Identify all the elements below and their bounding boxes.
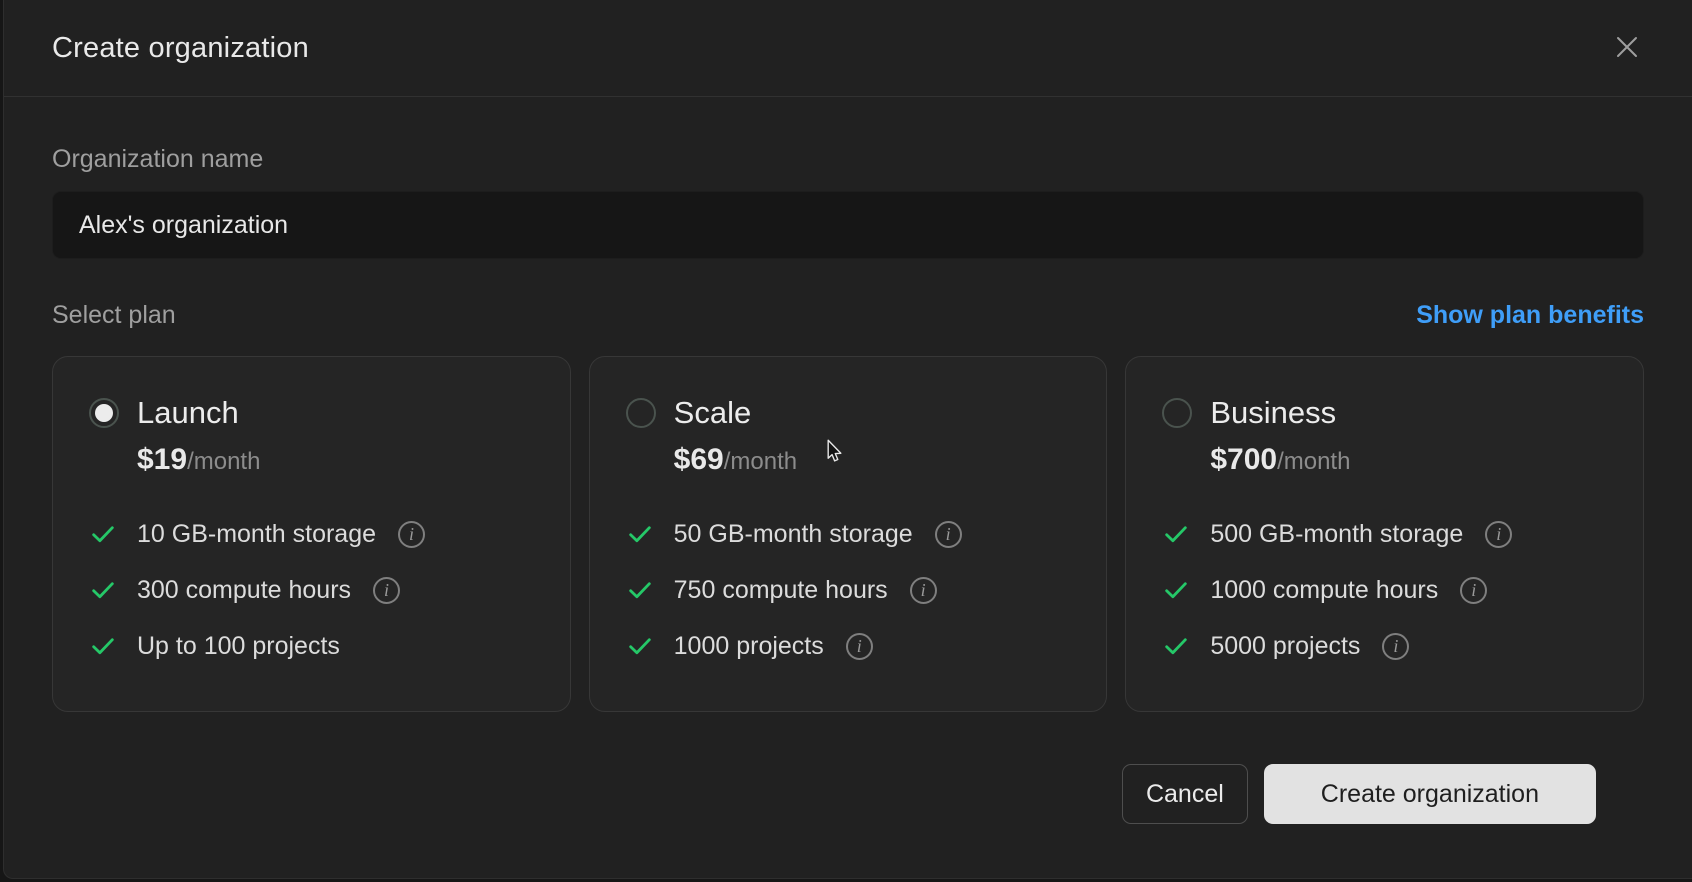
dialog-body: Organization name Select plan Show plan … (4, 145, 1692, 824)
plan-name: Scale (674, 395, 752, 431)
info-icon[interactable]: i (373, 577, 400, 604)
organization-name-label: Organization name (52, 145, 1644, 174)
close-button[interactable] (1610, 31, 1644, 65)
feature-row: 1000 projects i (626, 629, 1073, 663)
check-icon (1162, 632, 1190, 660)
feature-text: 500 GB-month storage (1210, 520, 1463, 549)
info-icon[interactable]: i (846, 633, 873, 660)
plan-name: Launch (137, 395, 239, 431)
check-icon (1162, 520, 1190, 548)
feature-row: Up to 100 projects (89, 629, 536, 663)
organization-name-input[interactable] (52, 191, 1644, 259)
plan-radio-scale[interactable] (626, 398, 656, 428)
plan-card-business[interactable]: Business $700 /month 500 GB-month storag… (1125, 356, 1644, 712)
feature-row: 750 compute hours i (626, 573, 1073, 607)
feature-row: 1000 compute hours i (1162, 573, 1609, 607)
show-plan-benefits-link[interactable]: Show plan benefits (1416, 301, 1644, 330)
feature-text: 5000 projects (1210, 632, 1360, 661)
dialog-header: Create organization (4, 0, 1692, 97)
plan-period: /month (724, 448, 797, 476)
info-icon[interactable]: i (1485, 521, 1512, 548)
feature-text: Up to 100 projects (137, 632, 340, 661)
info-icon[interactable]: i (1460, 577, 1487, 604)
plan-name: Business (1210, 395, 1336, 431)
dialog-footer: Cancel Create organization (52, 764, 1644, 824)
create-organization-button[interactable]: Create organization (1264, 764, 1596, 824)
feature-row: 50 GB-month storage i (626, 517, 1073, 551)
check-icon (89, 576, 117, 604)
check-icon (1162, 576, 1190, 604)
create-organization-dialog: Create organization Organization name Se… (3, 0, 1692, 879)
check-icon (626, 632, 654, 660)
plan-card-launch[interactable]: Launch $19 /month 10 GB-month storage i (52, 356, 571, 712)
cancel-button[interactable]: Cancel (1122, 764, 1248, 824)
feature-row: 500 GB-month storage i (1162, 517, 1609, 551)
plan-radio-business[interactable] (1162, 398, 1192, 428)
plan-period: /month (187, 448, 260, 476)
info-icon[interactable]: i (1382, 633, 1409, 660)
info-icon[interactable]: i (935, 521, 962, 548)
feature-text: 300 compute hours (137, 576, 351, 605)
plan-price: $69 (674, 443, 724, 477)
feature-row: 300 compute hours i (89, 573, 536, 607)
feature-row: 10 GB-month storage i (89, 517, 536, 551)
info-icon[interactable]: i (910, 577, 937, 604)
select-plan-label: Select plan (52, 301, 176, 330)
plan-period: /month (1277, 448, 1350, 476)
dialog-title: Create organization (52, 32, 309, 65)
plan-card-scale[interactable]: Scale $69 /month 50 GB-month storage i (589, 356, 1108, 712)
check-icon (626, 576, 654, 604)
check-icon (626, 520, 654, 548)
plans-grid: Launch $19 /month 10 GB-month storage i (52, 356, 1644, 712)
plan-price: $700 (1210, 443, 1277, 477)
info-icon[interactable]: i (398, 521, 425, 548)
feature-text: 750 compute hours (674, 576, 888, 605)
feature-text: 10 GB-month storage (137, 520, 376, 549)
check-icon (89, 520, 117, 548)
check-icon (89, 632, 117, 660)
feature-text: 1000 compute hours (1210, 576, 1438, 605)
feature-row: 5000 projects i (1162, 629, 1609, 663)
close-icon (1613, 33, 1641, 64)
plan-price: $19 (137, 443, 187, 477)
feature-text: 1000 projects (674, 632, 824, 661)
plan-radio-launch[interactable] (89, 398, 119, 428)
feature-text: 50 GB-month storage (674, 520, 913, 549)
